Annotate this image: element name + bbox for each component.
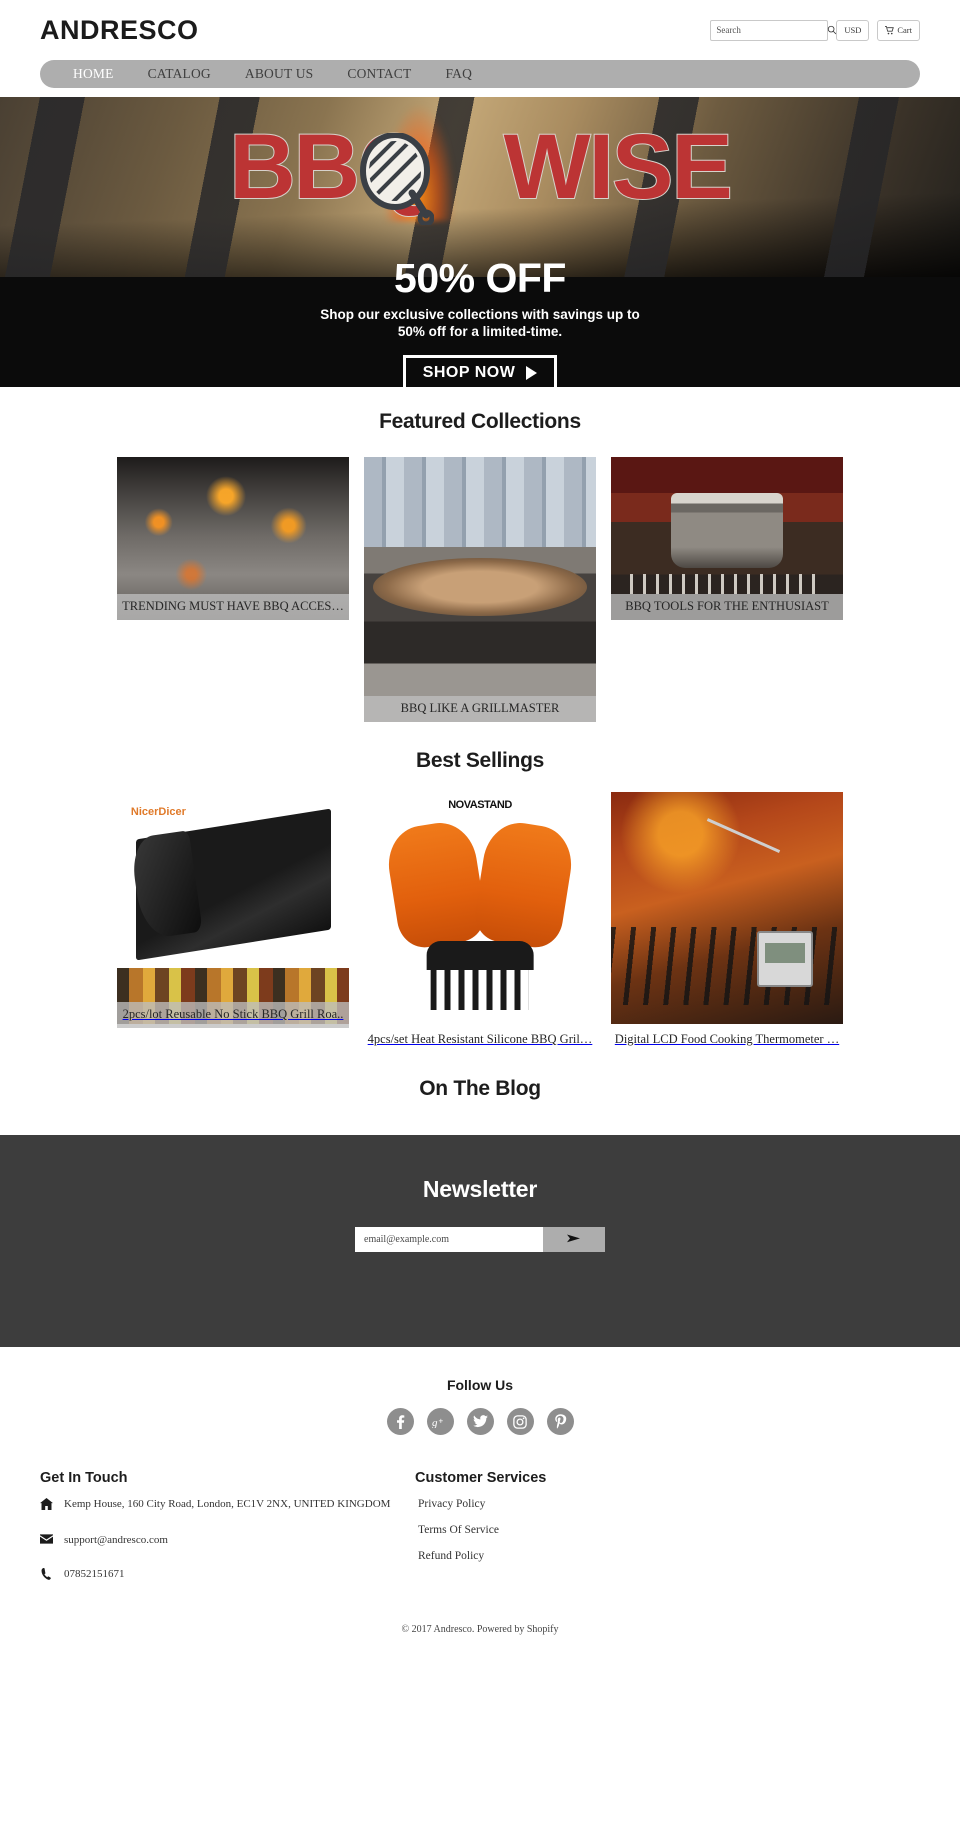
product-card[interactable]: NOVASTAND 4pcs/set Heat Resistant Silico… [364,792,596,1047]
collection-caption: BBQ LIKE A GRILLMASTER [364,696,596,722]
customer-services-column: Customer Services Privacy Policy Terms O… [415,1470,920,1604]
grill-pan-icon [360,133,434,225]
phone-icon [40,1568,53,1583]
collection-caption: BBQ TOOLS FOR THE ENTHUSIAST [611,594,843,620]
nav-item-home[interactable]: HOME [56,60,131,88]
phone-text: 07852151671 [64,1568,125,1580]
hero-logo-right: WISE [503,116,734,218]
pinterest-link[interactable] [546,1408,574,1435]
meat-claw-shape [426,940,534,1011]
play-arrow-icon [526,365,538,380]
glove-right-shape [471,818,578,952]
header-tools: USD Cart [710,19,920,41]
cart-icon [885,25,895,34]
address-text: Kemp House, 160 City Road, London, EC1V … [64,1498,391,1510]
product-card[interactable]: Digital LCD Food Cooking Thermometer … [611,792,843,1047]
instagram-icon [513,1414,527,1429]
hero-offer-block: 50% OFF Shop our exclusive collections w… [0,255,960,387]
search-input[interactable] [716,20,828,40]
envelope-icon [40,1534,53,1547]
product-brand-label: NicerDicer [130,805,186,818]
newsletter-submit-button[interactable] [543,1227,605,1252]
best-sellings-title: Best Sellings [416,749,544,772]
cart-label: Cart [897,25,912,35]
site-footer: Follow Us g + Get In Touch Kemp House, 1… [0,1347,960,1649]
collection-card[interactable]: BBQ TOOLS FOR THE ENTHUSIAST [611,457,843,620]
hero-banner: BBQ WISE 50% OFF Shop our exclusive colle… [0,97,960,387]
nav-item-faq[interactable]: FAQ [428,60,489,88]
currency-selector[interactable]: USD [836,19,870,41]
svg-text:g: g [432,1417,438,1428]
customer-services-title: Customer Services [415,1470,547,1486]
hero-subtext-line-2: 50% off for a limited-time. [397,323,563,339]
product-title: 2pcs/lot Reusable No Stick BBQ Grill Roa… [117,1002,349,1028]
product-image: NicerDicer [117,792,349,1024]
glove-left-shape [382,818,489,952]
nav-wrapper: HOME CATALOG ABOUT US CONTACT FAQ [0,60,960,88]
blog-section-title: On The Blog [419,1077,541,1100]
facebook-link[interactable] [386,1408,414,1435]
follow-us-title: Follow Us [446,1377,514,1393]
get-in-touch-title: Get In Touch [40,1470,128,1486]
hero-subtext-line-1: Shop our exclusive collections with savi… [320,307,640,323]
product-brand-label: NOVASTAND [448,798,512,811]
footer-columns: Get In Touch Kemp House, 160 City Road, … [0,1435,960,1604]
product-image: NOVASTAND [364,792,596,1024]
cart-button[interactable]: Cart [877,19,920,41]
google-plus-link[interactable]: g + [426,1408,454,1435]
collection-card[interactable]: BBQ LIKE A GRILLMASTER [364,457,596,722]
shop-now-button[interactable]: SHOP NOW [402,354,558,387]
google-plus-icon: g + [432,1416,444,1428]
instagram-link[interactable] [506,1408,534,1435]
search-box[interactable] [710,19,837,41]
terms-of-service-link[interactable]: Terms Of Service [415,1524,920,1536]
product-title: Digital LCD Food Cooking Thermometer … [614,1032,840,1046]
product-image [611,792,843,1024]
newsletter-form [355,1227,605,1252]
nav-item-contact[interactable]: CONTACT [330,60,428,88]
hero-headline: 50% OFF [394,255,566,301]
main-navigation: HOME CATALOG ABOUT US CONTACT FAQ [40,60,920,88]
social-links: g + [0,1408,960,1435]
shop-now-label: SHOP NOW [422,363,516,381]
twitter-link[interactable] [466,1408,494,1435]
collection-card[interactable]: TRENDING MUST HAVE BBQ ACCES… [117,457,349,620]
privacy-policy-link[interactable]: Privacy Policy [415,1498,920,1510]
product-title: 4pcs/set Heat Resistant Silicone BBQ Gri… [367,1032,593,1046]
thermometer-probe-shape [706,817,780,853]
hero-subtext: Shop our exclusive collections with savi… [0,307,960,341]
product-card[interactable]: NicerDicer 2pcs/lot Reusable No Stick BB… [117,792,349,1028]
twitter-icon [472,1415,488,1428]
collections-grid: TRENDING MUST HAVE BBQ ACCES… BBQ LIKE A… [0,457,960,722]
blog-section: On The Blog [0,1047,960,1135]
site-logo[interactable]: ANDRESCO [40,15,199,46]
newsletter-email-input[interactable] [355,1227,543,1252]
phone-row[interactable]: 07852151671 [40,1568,415,1583]
facebook-icon [397,1414,405,1429]
nav-item-about-us[interactable]: ABOUT US [228,60,331,88]
home-icon [40,1498,53,1513]
collection-image [364,457,596,722]
address-row: Kemp House, 160 City Road, London, EC1V … [40,1498,415,1513]
newsletter-title: Newsletter [422,1176,538,1202]
newsletter-section: Newsletter [0,1135,960,1347]
thermometer-device-shape [757,931,813,987]
collection-caption: TRENDING MUST HAVE BBQ ACCES… [117,594,349,620]
hero-logo-text: BBQ WISE [0,120,960,214]
svg-text:+: + [439,1416,444,1425]
pinterest-icon [554,1414,566,1429]
featured-collections-section: Featured Collections TRENDING MUST HAVE … [0,387,960,722]
email-row[interactable]: support@andresco.com [40,1534,415,1547]
site-header: ANDRESCO USD Cart [0,0,960,60]
nav-item-catalog[interactable]: CATALOG [131,60,228,88]
get-in-touch-column: Get In Touch Kemp House, 160 City Road, … [40,1470,415,1604]
send-arrow-icon [566,1234,580,1243]
refund-policy-link[interactable]: Refund Policy [415,1550,920,1562]
products-grid: NicerDicer 2pcs/lot Reusable No Stick BB… [0,792,960,1047]
best-sellings-section: Best Sellings NicerDicer 2pcs/lot Reusab… [0,722,960,1047]
copyright-text: © 2017 Andresco. Powered by Shopify [401,1624,559,1635]
email-text: support@andresco.com [64,1534,168,1546]
featured-collections-title: Featured Collections [379,410,581,433]
